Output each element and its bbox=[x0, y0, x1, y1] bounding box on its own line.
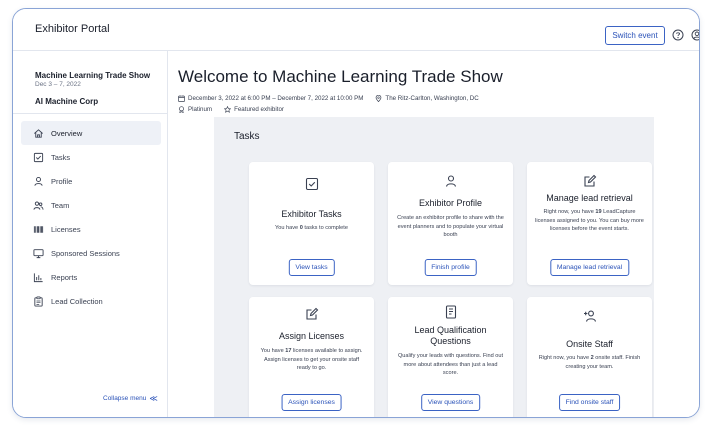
card-title: Onsite Staff bbox=[566, 339, 613, 349]
sidebar-item-label: Licenses bbox=[51, 224, 81, 234]
sidebar-item-label: Overview bbox=[51, 128, 83, 138]
view-questions-button[interactable]: View questions bbox=[420, 394, 481, 411]
card-title: Exhibitor Tasks bbox=[281, 209, 342, 219]
card-description: You have 0 tasks to complete bbox=[275, 225, 348, 231]
card-title: Assign Licenses bbox=[278, 331, 345, 341]
person-icon bbox=[34, 176, 43, 186]
card-title: Manage lead retrieval bbox=[546, 193, 633, 203]
document-icon bbox=[445, 305, 456, 319]
home-icon bbox=[34, 128, 43, 138]
finish-profile-button[interactable]: Finish profile bbox=[424, 259, 477, 276]
card-description: Right now, you have 19 LeadCapture licen… bbox=[535, 209, 644, 232]
sidebar-item-label: Tasks bbox=[51, 152, 71, 162]
assign-licenses-button[interactable]: Assign licenses bbox=[281, 394, 342, 411]
view-tasks-button[interactable]: View tasks bbox=[288, 259, 335, 276]
page-title: Welcome to Machine Learning Trade Show bbox=[178, 67, 503, 86]
card-assign-licenses: Assign Licenses You have 17 licenses ava… bbox=[249, 297, 374, 417]
sidebar-item-profile[interactable]: Profile bbox=[21, 169, 161, 193]
sidebar-item-overview[interactable]: Overview bbox=[21, 121, 161, 145]
sidebar-divider bbox=[13, 113, 167, 114]
double-chevron-left-icon: ≪ bbox=[149, 394, 158, 403]
sidebar-item-label: Reports bbox=[51, 272, 78, 282]
event-name: Machine Learning Trade Show bbox=[35, 71, 151, 80]
barcode-icon bbox=[33, 225, 44, 233]
event-date-range: December 3, 2022 at 6:00 PM – December 7… bbox=[188, 95, 364, 102]
tasks-heading: Tasks bbox=[234, 131, 260, 142]
sidebar-item-team[interactable]: Team bbox=[21, 193, 161, 217]
tag-icon bbox=[179, 106, 184, 113]
checkbox-icon bbox=[33, 152, 44, 162]
card-manage-lead-retrieval: Manage lead retrieval Right now, you hav… bbox=[527, 162, 652, 285]
card-description: Create an exhibitor profile to share wit… bbox=[397, 215, 504, 238]
calendar-icon bbox=[178, 95, 185, 102]
top-bar: Exhibitor Portal Switch event bbox=[13, 9, 699, 51]
clipboard-icon bbox=[34, 296, 43, 307]
location-pin-icon bbox=[376, 95, 382, 102]
card-onsite-staff: Onsite Staff Right now, you have 2 onsit… bbox=[527, 297, 652, 417]
sidebar-item-tasks[interactable]: Tasks bbox=[21, 145, 161, 169]
bar-chart-icon bbox=[33, 272, 43, 282]
person-icon bbox=[445, 175, 456, 187]
event-dates: Dec 3 – 7, 2022 bbox=[35, 81, 81, 88]
sidebar-item-reports[interactable]: Reports bbox=[21, 265, 161, 289]
switch-event-button[interactable]: Switch event bbox=[605, 26, 665, 45]
sidebar: Machine Learning Trade Show Dec 3 – 7, 2… bbox=[13, 51, 168, 417]
app-window: Exhibitor Portal Switch event Machine Le… bbox=[12, 8, 700, 418]
event-meta-row: December 3, 2022 at 6:00 PM – December 7… bbox=[178, 95, 479, 102]
collapse-menu-label: Collapse menu bbox=[103, 395, 147, 402]
sidebar-item-licenses[interactable]: Licenses bbox=[21, 217, 161, 241]
find-onsite-staff-button[interactable]: Find onsite staff bbox=[558, 394, 621, 411]
sidebar-item-sponsored-sessions[interactable]: Sponsored Sessions bbox=[21, 241, 161, 265]
monitor-icon bbox=[33, 248, 44, 258]
company-name: AI Machine Corp bbox=[35, 97, 99, 106]
portal-title: Exhibitor Portal bbox=[35, 23, 110, 35]
edit-icon bbox=[305, 307, 318, 320]
sidebar-item-label: Sponsored Sessions bbox=[51, 248, 120, 258]
checkbox-icon bbox=[305, 177, 318, 191]
card-lead-qualification-questions: Lead Qualification Questions Qualify you… bbox=[388, 297, 513, 417]
sidebar-item-label: Team bbox=[51, 200, 70, 210]
card-title: Lead Qualification Questions bbox=[414, 325, 487, 346]
help-icon[interactable] bbox=[672, 29, 684, 41]
card-description: Qualify your leads with questions. Find … bbox=[397, 353, 504, 376]
star-icon bbox=[224, 106, 232, 113]
add-person-icon bbox=[583, 310, 596, 322]
user-account-icon[interactable] bbox=[691, 29, 700, 41]
people-icon bbox=[33, 201, 44, 210]
event-venue: The Ritz-Carlton, Washington, DC bbox=[385, 95, 479, 102]
card-description: You have 17 licenses available to assign… bbox=[260, 348, 363, 371]
collapse-menu-button[interactable]: Collapse menu ≪ bbox=[103, 394, 158, 403]
sidebar-item-label: Lead Collection bbox=[51, 296, 103, 306]
sidebar-nav: Overview Tasks Profile Team Licenses Spo… bbox=[21, 121, 161, 313]
edit-icon bbox=[583, 174, 596, 187]
card-title: Exhibitor Profile bbox=[418, 198, 483, 208]
exhibitor-tier: Platinum bbox=[188, 106, 213, 113]
manage-lead-retrieval-button[interactable]: Manage lead retrieval bbox=[549, 259, 630, 276]
main-content: Welcome to Machine Learning Trade Show D… bbox=[168, 51, 699, 417]
sidebar-item-label: Profile bbox=[51, 176, 73, 186]
tasks-panel: Tasks Exhibitor Tasks You have 0 tasks t… bbox=[214, 117, 654, 417]
card-description: Right now, you have 2 onsite staff. Fini… bbox=[538, 355, 641, 370]
featured-exhibitor-label: Featured exhibitor bbox=[234, 106, 284, 113]
exhibitor-meta-row: Platinum Featured exhibitor bbox=[178, 106, 284, 113]
card-exhibitor-tasks: Exhibitor Tasks You have 0 tasks to comp… bbox=[249, 162, 374, 285]
sidebar-item-lead-collection[interactable]: Lead Collection bbox=[21, 289, 161, 313]
card-exhibitor-profile: Exhibitor Profile Create an exhibitor pr… bbox=[388, 162, 513, 285]
